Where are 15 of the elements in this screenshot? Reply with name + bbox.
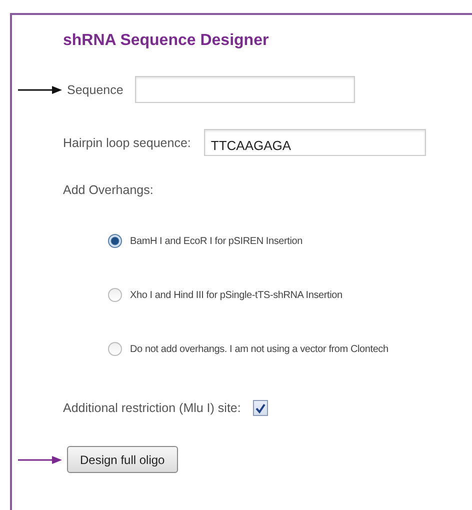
page-title: shRNA Sequence Designer: [62, 31, 270, 50]
design-button[interactable]: Design full oligo: [67, 446, 178, 473]
checkbox[interactable]: [252, 400, 268, 416]
sequence-field[interactable]: [135, 76, 356, 103]
field-label: Hairpin loop sequence:: [63, 136, 191, 150]
radio-button[interactable]: [108, 234, 122, 248]
option-label: Xho I and Hind III for pSingle-tTS-shRNA Insertion: [130, 290, 342, 300]
option-label: Do not add overhangs. I am not using a vector from Clontech: [130, 344, 388, 354]
radio-button[interactable]: [108, 342, 122, 356]
section-label: Add Overhangs:: [63, 183, 154, 197]
field-label: Sequence: [67, 82, 124, 96]
field-label: Additional restriction (Mlu I) site:: [63, 401, 241, 415]
hairpin-field[interactable]: TTCAAGAGA: [204, 129, 426, 156]
option-label: BamH I and EcoR I for pSIREN Insertion: [130, 236, 302, 246]
radio-button[interactable]: [108, 288, 122, 302]
